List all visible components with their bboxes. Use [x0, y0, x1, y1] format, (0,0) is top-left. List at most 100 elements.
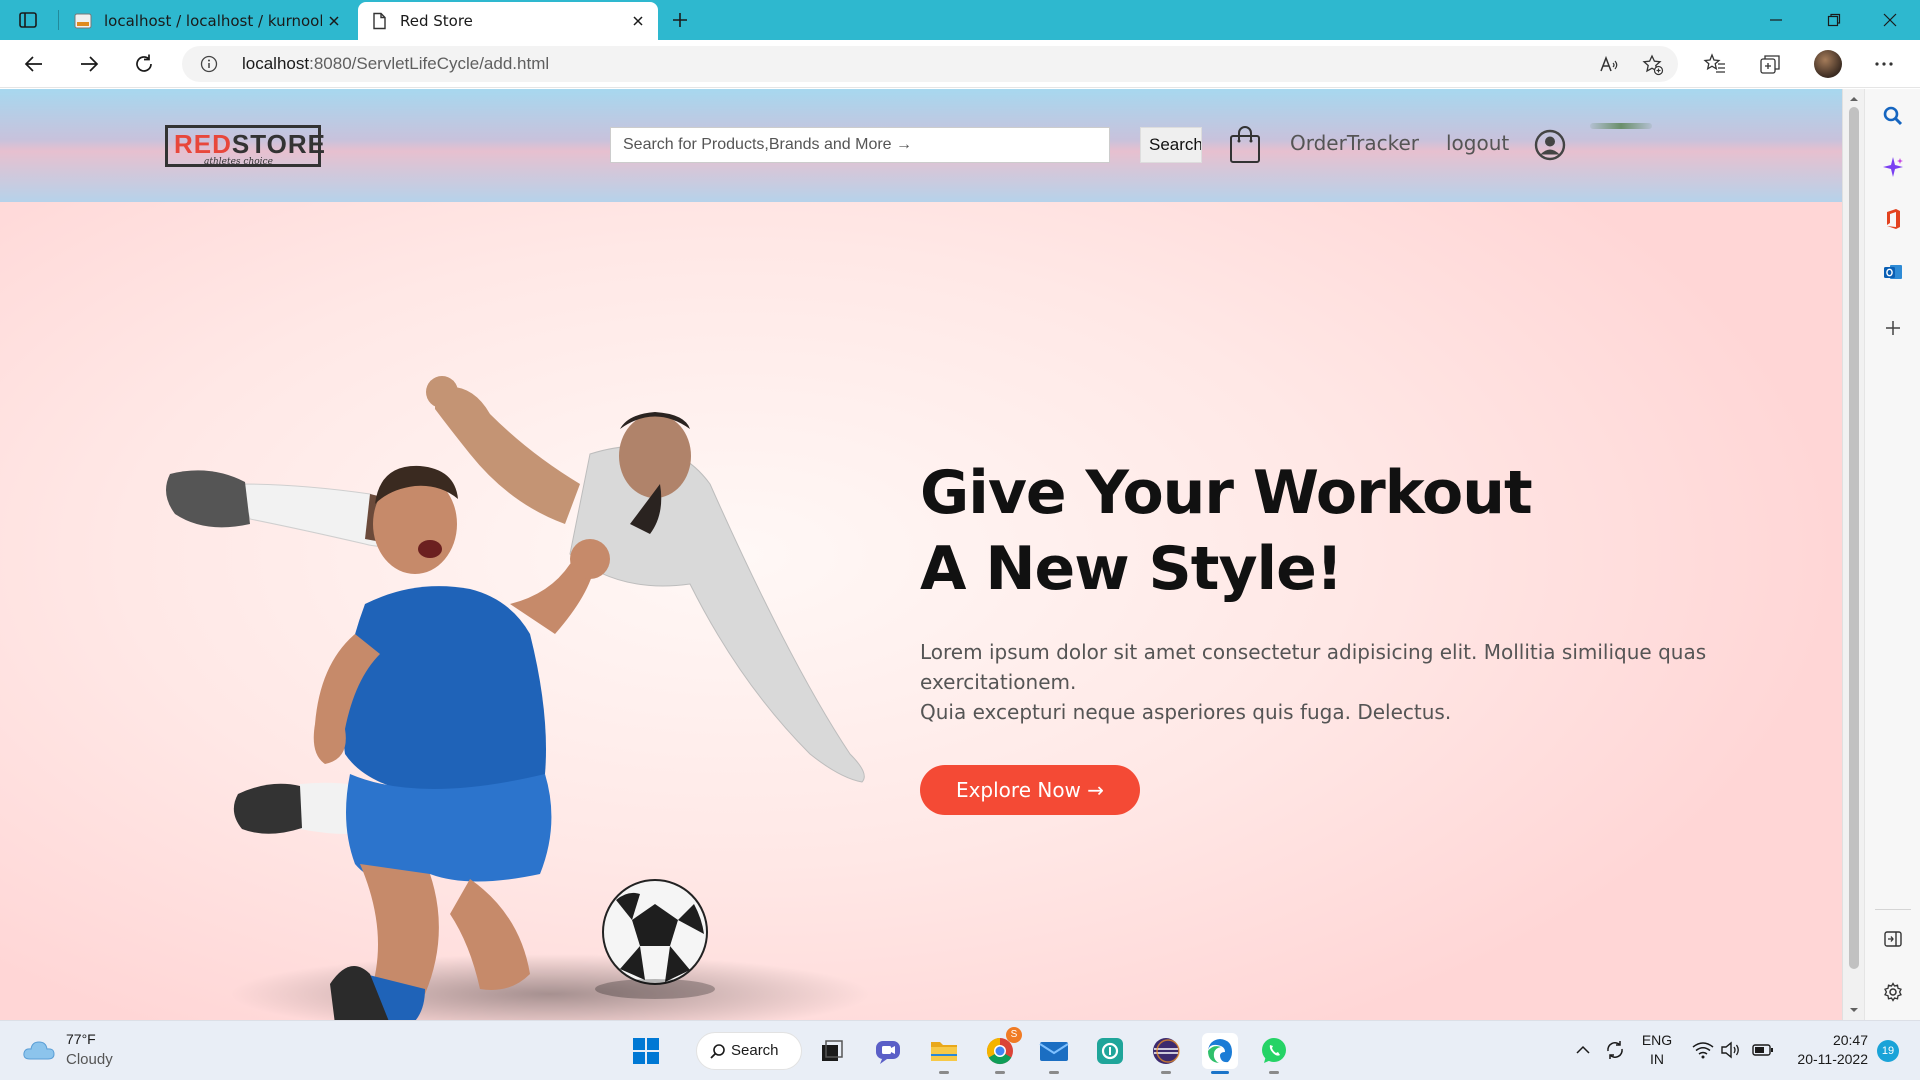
logo-red-part: RED [174, 129, 232, 159]
weather-condition[interactable]: Cloudy [66, 1051, 113, 1068]
logo-wordmark: REDSTORE [174, 129, 326, 159]
redstore-logo[interactable]: REDSTORE athletes choice [165, 125, 325, 167]
more-options-icon[interactable] [1872, 52, 1896, 76]
search-button[interactable]: Search [1140, 127, 1202, 163]
windows-taskbar: 77°F Cloudy Search S ENG IN 20:47 20-11-… [0, 1020, 1920, 1080]
logo-tagline: athletes choice [204, 157, 273, 167]
url-path: :8080/ServletLifeCycle/add.html [309, 54, 550, 73]
page-viewport: REDSTORE athletes choice Search for Prod… [0, 89, 1842, 1020]
add-sidebar-app-icon[interactable] [1881, 316, 1905, 340]
hero-description-line2: exercitationem. [920, 670, 1077, 694]
chrome-profile-badge: S [1006, 1027, 1022, 1043]
tab-title: Red Store [400, 12, 473, 30]
logo-dark-part: STORE [231, 129, 327, 159]
hero-heading-line2: A New Style! [920, 534, 1343, 604]
outlook-icon[interactable] [1881, 260, 1905, 284]
order-tracker-link[interactable]: OrderTracker [1290, 131, 1419, 155]
url-text[interactable]: localhost:8080/ServletLifeCycle/add.html [242, 54, 549, 74]
show-hidden-icons-chevron-up-icon[interactable] [1572, 1039, 1594, 1061]
new-tab-icon[interactable] [668, 8, 692, 32]
weather-temperature[interactable]: 77°F [66, 1031, 96, 1047]
phpmyadmin-favicon-icon [74, 12, 92, 30]
cloudy-weather-icon[interactable] [22, 1037, 56, 1063]
clock-date: 20-11-2022 [1797, 1051, 1868, 1067]
browser-tab-strip: localhost / localhost / kurnool / p Red … [0, 0, 1920, 40]
hide-sidebar-icon[interactable] [1881, 927, 1905, 951]
volume-icon[interactable] [1720, 1039, 1742, 1061]
forward-icon[interactable] [77, 52, 101, 76]
read-aloud-icon[interactable] [1598, 54, 1620, 76]
running-indicator [995, 1071, 1005, 1074]
product-search-input[interactable]: Search for Products,Brands and More → [610, 127, 1110, 163]
url-host: localhost [242, 54, 310, 73]
start-menu-icon[interactable] [628, 1033, 664, 1069]
address-bar[interactable]: localhost:8080/ServletLifeCycle/add.html [182, 46, 1678, 82]
favorites-icon[interactable] [1703, 52, 1727, 76]
edge-browser-icon[interactable] [1202, 1033, 1238, 1074]
explore-now-button[interactable]: Explore Now → [920, 765, 1140, 815]
active-window-indicator [1211, 1071, 1229, 1074]
running-indicator [939, 1071, 949, 1074]
input-language[interactable]: ENG IN [1640, 1031, 1674, 1069]
tab-red-store[interactable]: Red Store [358, 2, 658, 40]
copilot-icon[interactable] [1881, 155, 1905, 179]
running-indicator [1161, 1071, 1171, 1074]
clock-time: 20:47 [1832, 1032, 1868, 1048]
whatsapp-icon[interactable] [1256, 1033, 1292, 1074]
chrome-icon[interactable]: S [982, 1027, 1022, 1074]
browser-toolbar: localhost:8080/ServletLifeCycle/add.html [0, 40, 1920, 88]
add-favorite-icon[interactable] [1642, 54, 1664, 76]
profile-avatar[interactable] [1814, 50, 1842, 78]
user-account-icon[interactable] [1534, 129, 1566, 161]
close-tab-icon[interactable] [322, 9, 346, 33]
language-code: ENG [1641, 1032, 1673, 1048]
hero-heading-line1: Give Your Workout [920, 458, 1533, 528]
notification-count-badge[interactable]: 19 [1877, 1040, 1899, 1062]
language-region: IN [1650, 1051, 1664, 1067]
app-icon-teal[interactable] [1092, 1033, 1128, 1069]
page-favicon-icon [370, 12, 388, 30]
tab-phpmyadmin[interactable]: localhost / localhost / kurnool / p [62, 2, 354, 40]
hero-heading: Give Your Workout A New Style! [920, 455, 1533, 607]
logout-link[interactable]: logout [1446, 131, 1509, 155]
system-clock[interactable]: 20:47 20-11-2022 [1788, 1031, 1868, 1069]
back-icon[interactable] [22, 52, 46, 76]
wifi-icon[interactable] [1692, 1039, 1714, 1061]
shopping-bag-icon[interactable] [1229, 126, 1261, 164]
file-explorer-icon[interactable] [926, 1033, 962, 1074]
restore-icon[interactable] [1822, 8, 1846, 32]
sync-icon[interactable] [1604, 1039, 1626, 1061]
close-window-icon[interactable] [1878, 8, 1902, 32]
sidebar-settings-icon[interactable] [1881, 980, 1905, 1004]
page-scrollbar[interactable] [1842, 89, 1864, 1020]
refresh-icon[interactable] [132, 52, 156, 76]
site-info-icon[interactable] [200, 55, 218, 73]
tab-title: localhost / localhost / kurnool / p [104, 12, 322, 30]
tab-separator [58, 10, 59, 30]
site-header: REDSTORE athletes choice Search for Prod… [0, 89, 1842, 202]
minimize-icon[interactable] [1764, 8, 1788, 32]
task-view-icon[interactable] [814, 1033, 850, 1069]
taskbar-search-box[interactable]: Search [696, 1032, 802, 1070]
search-icon [710, 1044, 725, 1059]
tab-actions-icon[interactable] [16, 8, 40, 32]
edge-sidebar [1864, 89, 1920, 1020]
running-indicator [1049, 1071, 1059, 1074]
running-indicator [1269, 1071, 1279, 1074]
mail-icon[interactable] [1036, 1033, 1072, 1074]
hero-description-line1: Lorem ipsum dolor sit amet consectetur a… [920, 640, 1707, 664]
hero-soccer-players-image [150, 334, 910, 1020]
sidebar-divider [1875, 909, 1911, 910]
eclipse-icon[interactable] [1148, 1033, 1184, 1074]
scroll-thumb[interactable] [1849, 107, 1859, 969]
teams-chat-icon[interactable] [870, 1033, 906, 1069]
office-icon[interactable] [1881, 207, 1905, 231]
taskbar-search-label: Search [731, 1042, 779, 1059]
collections-icon[interactable] [1758, 52, 1782, 76]
hero-description-line3: Quia excepturi neque asperiores quis fug… [920, 700, 1452, 724]
close-tab-icon[interactable] [626, 9, 650, 33]
scroll-down-icon[interactable] [1847, 1004, 1861, 1016]
scroll-up-icon[interactable] [1847, 93, 1861, 105]
sidebar-search-icon[interactable] [1881, 104, 1905, 128]
battery-icon[interactable] [1752, 1039, 1774, 1061]
